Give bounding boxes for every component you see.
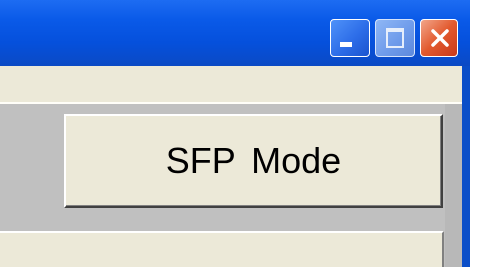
close-button[interactable] — [420, 19, 458, 57]
sfp-mode-button[interactable]: SFP Mode — [64, 114, 443, 208]
minimize-icon — [340, 42, 352, 47]
window-right-border — [462, 66, 470, 267]
maximize-icon — [386, 28, 404, 48]
minimize-button[interactable] — [330, 19, 370, 57]
maximize-button[interactable] — [375, 19, 415, 57]
menu-bar — [0, 66, 462, 104]
close-icon — [431, 29, 449, 47]
lower-panel — [0, 231, 444, 267]
app-window: SFP Mode — [0, 0, 470, 267]
window-controls — [330, 19, 458, 57]
content-right-border — [445, 104, 462, 267]
title-bar[interactable] — [0, 0, 470, 66]
